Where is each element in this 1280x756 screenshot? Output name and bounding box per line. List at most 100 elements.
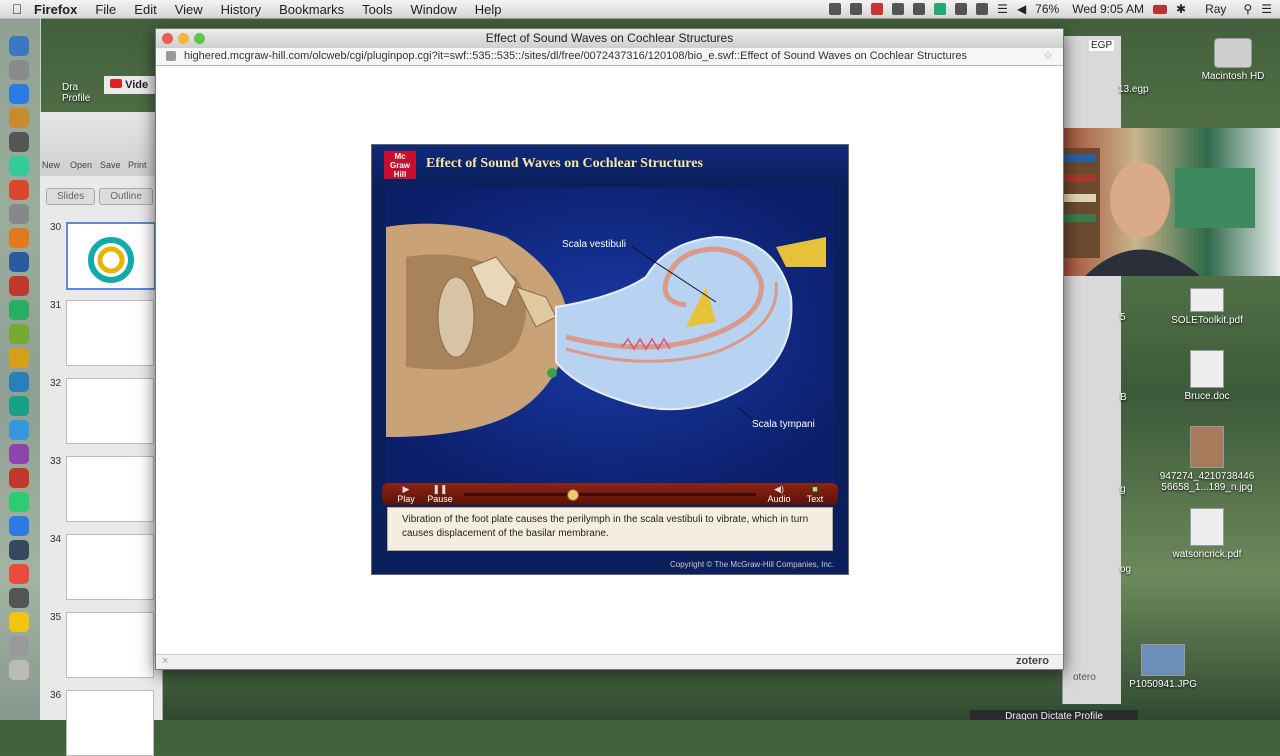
- slide-thumb-32[interactable]: [66, 378, 154, 444]
- slide-thumb-33[interactable]: [66, 456, 154, 522]
- desktop-item-watsoncrick[interactable]: watsoncrick.pdf: [1152, 508, 1262, 560]
- app-icon[interactable]: [9, 132, 29, 152]
- user-name[interactable]: Ray: [1205, 2, 1226, 16]
- app-menu[interactable]: Firefox: [34, 2, 77, 17]
- dropbox-icon[interactable]: [829, 3, 842, 15]
- app-icon[interactable]: [9, 348, 29, 368]
- url-text[interactable]: highered.mcgraw-hill.com/olcweb/cgi/plug…: [184, 48, 1034, 65]
- desktop-item-sole[interactable]: SOLEToolkit.pdf: [1152, 288, 1262, 326]
- dragon-profile-label: Dra Profile: [62, 82, 91, 104]
- menu-view[interactable]: View: [175, 2, 203, 17]
- app-icon[interactable]: [9, 516, 29, 536]
- slide-thumb-35[interactable]: [66, 612, 154, 678]
- desktop-item-p1050941[interactable]: P1050941.JPG: [1108, 644, 1218, 690]
- record-icon[interactable]: [871, 3, 884, 15]
- tab-outline[interactable]: Outline: [99, 188, 153, 205]
- progress-knob[interactable]: [567, 489, 580, 501]
- mail-icon[interactable]: [9, 108, 29, 128]
- pause-button[interactable]: ❚❚ Pause: [424, 485, 456, 505]
- ppt-new-button[interactable]: New: [42, 160, 60, 170]
- menu-help[interactable]: Help: [475, 2, 502, 17]
- spotlight-icon[interactable]: ⚲: [1243, 2, 1252, 16]
- apple-menu-icon[interactable]: : [0, 1, 34, 17]
- launchpad-icon[interactable]: [9, 60, 29, 80]
- app-icon[interactable]: [9, 468, 29, 488]
- app-icon[interactable]: [9, 636, 29, 656]
- ppt-save-button[interactable]: Save: [100, 160, 121, 170]
- app-icon[interactable]: [9, 396, 29, 416]
- flash-player[interactable]: Mc Graw Hill Effect of Sound Waves on Co…: [371, 144, 849, 575]
- slide-thumb-30[interactable]: [66, 222, 156, 290]
- screen-icon[interactable]: [955, 3, 968, 15]
- clock[interactable]: Wed 9:05 AM: [1072, 2, 1144, 16]
- battery-status[interactable]: 76%: [1035, 2, 1059, 16]
- animation-stage[interactable]: Scala vestibuli Scala tympani: [386, 187, 834, 483]
- desktop-item-photo[interactable]: 947274_4210738446 56658_1...189_n.jpg: [1152, 426, 1262, 493]
- slide-number: 34: [50, 534, 62, 545]
- app-icon[interactable]: [9, 372, 29, 392]
- window-titlebar: Effect of Sound Waves on Cochlear Struct…: [156, 29, 1063, 48]
- tab-slides[interactable]: Slides: [46, 188, 96, 205]
- slide-number: 36: [50, 690, 62, 701]
- menu-file[interactable]: File: [95, 2, 116, 17]
- resize-grip-icon[interactable]: ×: [162, 655, 168, 667]
- progress-track[interactable]: [464, 489, 756, 501]
- flag-icon[interactable]: [1153, 4, 1168, 14]
- play-label: Play: [397, 494, 415, 504]
- slide-number: 32: [50, 378, 62, 389]
- trash-icon[interactable]: [9, 660, 29, 680]
- app-icon[interactable]: [9, 540, 29, 560]
- app-icon[interactable]: [9, 444, 29, 464]
- desktop-item-label: watsoncrick.pdf: [1172, 549, 1242, 560]
- close-icon[interactable]: [162, 33, 173, 44]
- dragon-dictate-bar[interactable]: Dragon Dictate Profile: [970, 710, 1138, 720]
- finder-icon[interactable]: [9, 36, 29, 56]
- ppt-open-button[interactable]: Open: [70, 160, 92, 170]
- word-icon[interactable]: [9, 252, 29, 272]
- evernote-icon[interactable]: [850, 3, 863, 15]
- time-machine-icon[interactable]: [976, 3, 989, 15]
- app-icon[interactable]: [9, 324, 29, 344]
- play-button[interactable]: ▶ Play: [394, 485, 418, 505]
- audio-button[interactable]: ◀) Audio: [764, 485, 794, 505]
- slide-thumb-34[interactable]: [66, 534, 154, 600]
- macintosh-hd[interactable]: Macintosh HD: [1178, 38, 1280, 82]
- slide-thumb-36[interactable]: [66, 690, 154, 756]
- menu-edit[interactable]: Edit: [134, 2, 156, 17]
- app-icon[interactable]: [9, 492, 29, 512]
- menu-history[interactable]: History: [221, 2, 261, 17]
- excel-icon[interactable]: [9, 300, 29, 320]
- calendar-icon[interactable]: [9, 180, 29, 200]
- app-icon[interactable]: [9, 588, 29, 608]
- menu-tools[interactable]: Tools: [362, 2, 392, 17]
- app-icon[interactable]: [9, 420, 29, 440]
- zotero-status[interactable]: zotero: [1016, 655, 1049, 667]
- powerpoint-window: New Open Save Print Slides Outline 30 31…: [40, 112, 163, 756]
- sync-icon[interactable]: [934, 3, 947, 15]
- bookmark-star-icon[interactable]: ☆: [1043, 48, 1053, 65]
- minimize-icon[interactable]: [178, 33, 189, 44]
- volume-icon[interactable]: ◀: [1017, 2, 1026, 16]
- menu-window[interactable]: Window: [411, 2, 457, 17]
- wrench-icon[interactable]: [913, 3, 926, 15]
- notification-icon[interactable]: ☰: [1261, 2, 1272, 16]
- app-icon[interactable]: [9, 204, 29, 224]
- desktop-item-bruce[interactable]: Bruce.doc: [1152, 350, 1262, 402]
- youtube-tab-label[interactable]: Vide: [125, 79, 148, 91]
- ppt-print-button[interactable]: Print: [128, 160, 147, 170]
- text-button[interactable]: ■ Text: [802, 485, 828, 505]
- app-icon[interactable]: [9, 564, 29, 584]
- slide-thumb-31[interactable]: [66, 300, 154, 366]
- messages-icon[interactable]: [9, 156, 29, 176]
- firefox-icon[interactable]: [9, 228, 29, 248]
- menu-bookmarks[interactable]: Bookmarks: [279, 2, 344, 17]
- app-icon[interactable]: [9, 612, 29, 632]
- wifi-icon[interactable]: ☰: [997, 2, 1008, 16]
- powerpoint-icon[interactable]: [9, 276, 29, 296]
- zoom-icon[interactable]: [194, 33, 205, 44]
- tool-icon[interactable]: [892, 3, 905, 15]
- address-bar[interactable]: highered.mcgraw-hill.com/olcweb/cgi/plug…: [156, 48, 1063, 66]
- slide-number: 31: [50, 300, 62, 311]
- bluetooth-icon[interactable]: ✱: [1176, 2, 1186, 16]
- safari-icon[interactable]: [9, 84, 29, 104]
